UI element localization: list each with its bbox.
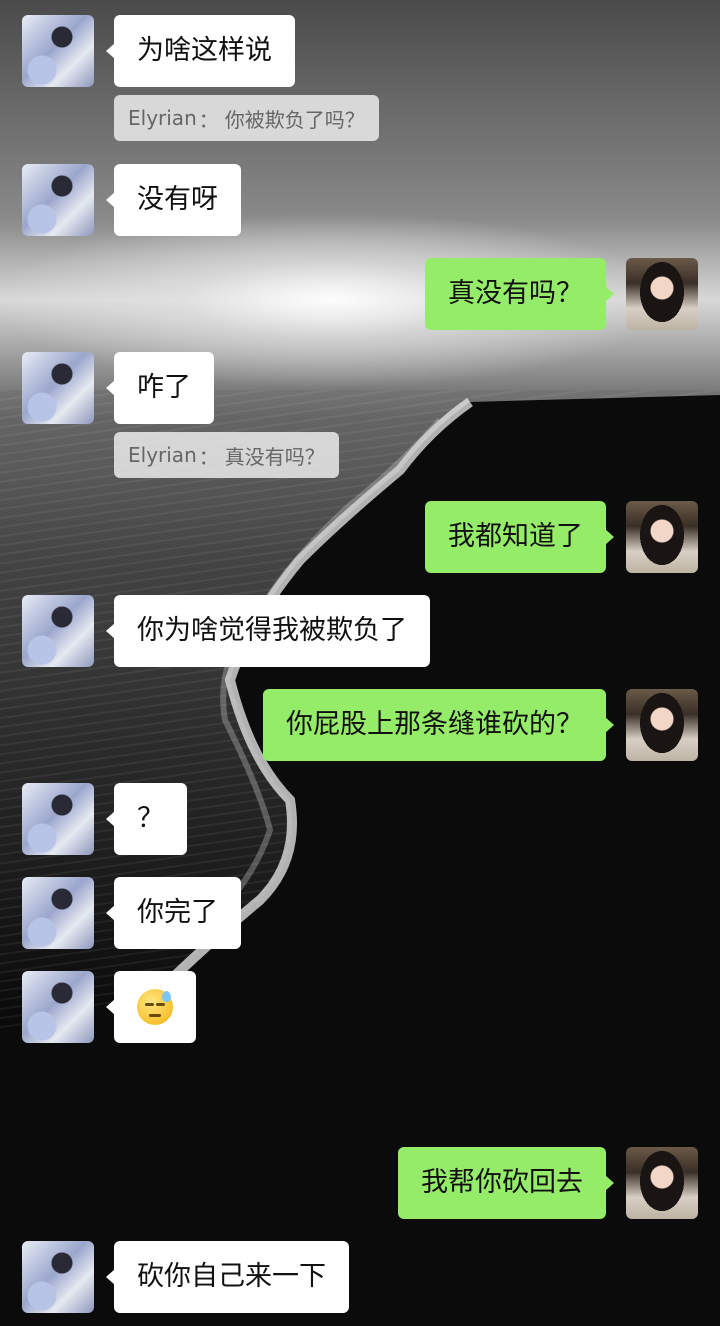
message-text: 你完了 (137, 897, 218, 928)
my-avatar[interactable] (626, 501, 698, 573)
message-bubble-outgoing[interactable]: 我都知道了 (425, 501, 614, 573)
quoted-reply[interactable]: Elyrian：你被欺负了吗？ (114, 95, 379, 141)
contact-avatar[interactable] (22, 783, 94, 855)
message-bubble-outgoing[interactable]: 你屁股上那条缝谁砍的？ (263, 689, 614, 761)
quote-text: 你被欺负了吗？ (224, 107, 365, 132)
message-bubble-incoming[interactable]: 为啥这样说 (106, 15, 295, 87)
message-bubble-incoming[interactable]: 你完了 (106, 877, 241, 949)
quote-author: Elyrian (128, 106, 197, 130)
message-bubble-incoming[interactable]: 没有呀 (106, 164, 241, 236)
message-text: ？ (137, 803, 164, 834)
sweat-drop-icon (162, 991, 171, 1002)
my-avatar[interactable] (626, 258, 698, 330)
message-text: 你屁股上那条缝谁砍的？ (286, 709, 583, 740)
message-bubble-incoming[interactable]: ？ (106, 783, 187, 855)
contact-avatar[interactable] (22, 164, 94, 236)
message-bubble-outgoing[interactable]: 真没有吗？ (425, 258, 614, 330)
my-avatar[interactable] (626, 1147, 698, 1219)
message-text: 真没有吗？ (448, 278, 583, 309)
contact-avatar[interactable] (22, 595, 94, 667)
sweat-smile-emoji (137, 989, 173, 1025)
contact-avatar[interactable] (22, 15, 94, 87)
emoji-eye (145, 1003, 154, 1006)
message-text: 砍你自己来一下 (137, 1261, 326, 1292)
contact-avatar[interactable] (22, 971, 94, 1043)
my-avatar[interactable] (626, 689, 698, 761)
message-bubble-incoming[interactable]: 咋了 (106, 352, 214, 424)
message-bubble-incoming[interactable] (106, 971, 196, 1043)
quote-separator: ： (198, 107, 219, 132)
message-text: 我帮你砍回去 (421, 1167, 583, 1198)
message-text: 你为啥觉得我被欺负了 (137, 615, 407, 646)
message-text: 没有呀 (137, 184, 218, 215)
contact-avatar[interactable] (22, 1241, 94, 1313)
quote-author: Elyrian (128, 443, 197, 467)
quote-text: 真没有吗？ (224, 444, 325, 469)
message-bubble-incoming[interactable]: 你为啥觉得我被欺负了 (106, 595, 430, 667)
emoji-mouth (149, 1014, 161, 1017)
contact-avatar[interactable] (22, 352, 94, 424)
message-text: 为啥这样说 (137, 35, 272, 66)
quoted-reply[interactable]: Elyrian：真没有吗？ (114, 432, 339, 478)
quote-separator: ： (198, 444, 219, 469)
message-bubble-incoming[interactable]: 砍你自己来一下 (106, 1241, 349, 1313)
emoji-eye (156, 1003, 165, 1006)
message-bubble-outgoing[interactable]: 我帮你砍回去 (398, 1147, 614, 1219)
message-text: 咋了 (137, 372, 191, 403)
contact-avatar[interactable] (22, 877, 94, 949)
message-text: 我都知道了 (448, 521, 583, 552)
